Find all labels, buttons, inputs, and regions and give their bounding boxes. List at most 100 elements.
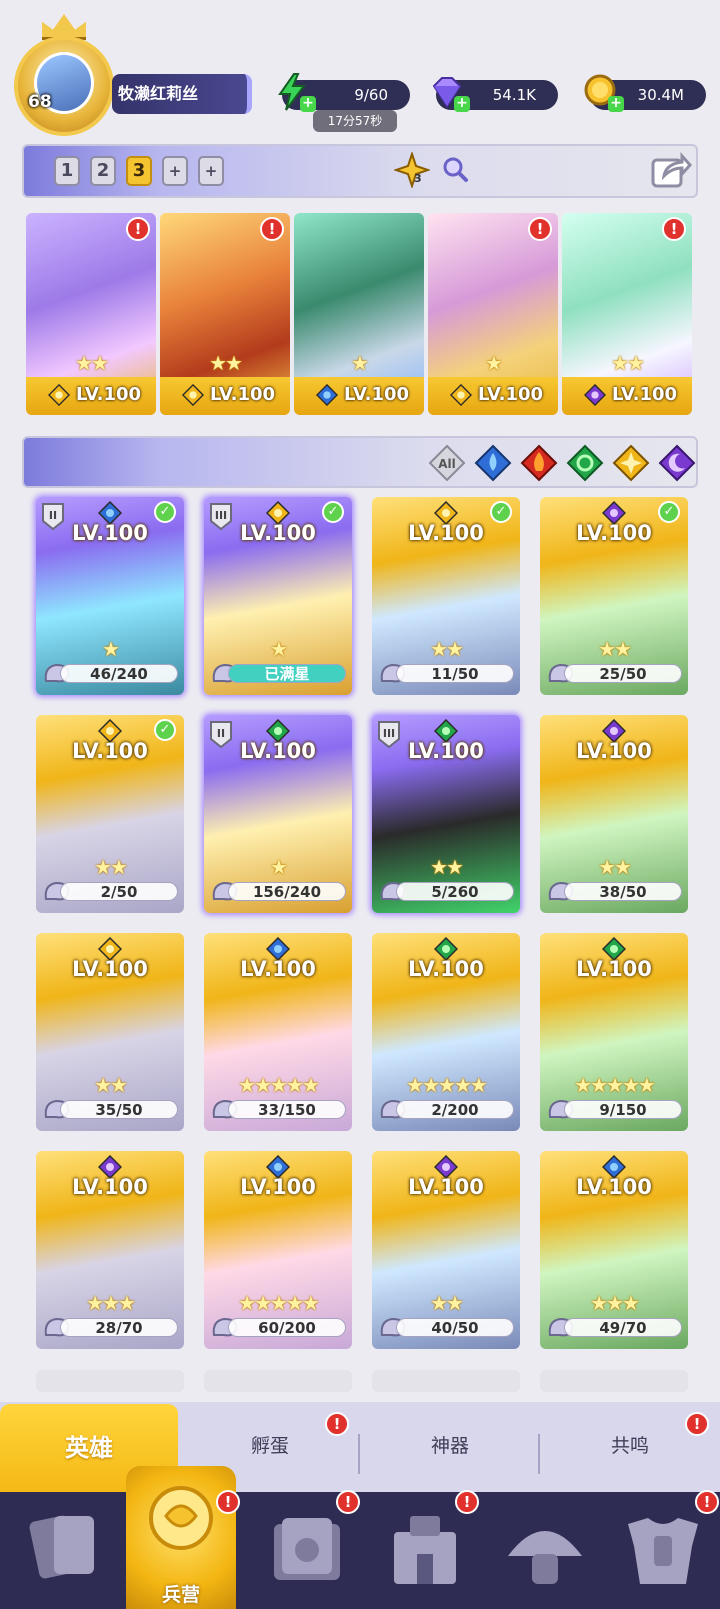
shard-progress: 已满星 xyxy=(228,664,346,683)
wind-element-icon[interactable] xyxy=(566,444,604,482)
add-gems-icon[interactable]: + xyxy=(454,96,470,112)
hero-level: LV.100 xyxy=(478,384,544,405)
rank-label: II xyxy=(49,509,57,522)
hero-level: LV.100 xyxy=(210,384,276,405)
mushroom-nav-icon[interactable] xyxy=(490,1496,600,1606)
team-hero-slot[interactable]: ★★ LV.100! xyxy=(26,213,156,415)
alert-badge: ! xyxy=(455,1490,479,1514)
hero-card[interactable]: LV.100 ★★★★★ 9/150 xyxy=(540,933,688,1131)
light-element-icon xyxy=(48,384,70,406)
shard-progress: 46/240 xyxy=(60,664,178,683)
level-bar: LV.100 xyxy=(428,377,558,415)
gem-counter[interactable]: + 54.1K xyxy=(432,77,558,112)
add-gold-icon[interactable]: + xyxy=(608,96,624,112)
hero-level: LV.100 xyxy=(408,957,484,981)
check-icon: ✓ xyxy=(658,501,680,523)
team-hero-slot[interactable]: ★★ LV.100! xyxy=(160,213,290,415)
rank-label: II xyxy=(217,727,225,740)
water-element-icon xyxy=(316,384,338,406)
team-tab-1[interactable]: 1 xyxy=(54,156,80,186)
check-icon: ✓ xyxy=(322,501,344,523)
tab-artifact[interactable]: 神器 xyxy=(360,1416,540,1476)
team-power-badge: 3 xyxy=(414,172,422,185)
light-element-icon xyxy=(182,384,204,406)
hero-card[interactable]: LV.100 ★★ 2/50 ✓ xyxy=(36,715,184,913)
hero-card[interactable]: LV.100 ★★★★★ 2/200 xyxy=(372,933,520,1131)
hero-card[interactable]: LV.100 ★★ 25/50 ✓ xyxy=(540,497,688,695)
star-rating: ★★★★★ xyxy=(238,1291,320,1315)
alert-badge: ! xyxy=(216,1490,240,1514)
team-tab-add-1[interactable]: + xyxy=(162,156,188,186)
shard-progress: 38/50 xyxy=(564,882,682,901)
gold-counter[interactable]: + 30.4M xyxy=(584,74,706,112)
dark-element-icon[interactable] xyxy=(658,444,696,482)
hero-card[interactable]: LV.100 ★★★★★ 33/150 xyxy=(204,933,352,1131)
hero-card-partial xyxy=(204,1370,352,1392)
alert-badge: ! xyxy=(126,217,150,241)
shard-progress: 9/150 xyxy=(564,1100,682,1119)
cards-nav-icon[interactable] xyxy=(8,1496,118,1606)
alert-badge: ! xyxy=(662,217,686,241)
level-bar: LV.100 xyxy=(26,377,156,415)
hero-card[interactable]: LV.100 ★ 156/240 II xyxy=(204,715,352,913)
team-tab-3[interactable]: 3 xyxy=(126,156,152,186)
all-icon[interactable]: All xyxy=(428,444,466,482)
hero-card[interactable]: LV.100 ★★ 40/50 xyxy=(372,1151,520,1349)
hero-card[interactable]: LV.100 ★★ 11/50 ✓ xyxy=(372,497,520,695)
hero-card-partial xyxy=(372,1370,520,1392)
hero-card[interactable]: LV.100 ★★★ 28/70 xyxy=(36,1151,184,1349)
hero-card[interactable]: LV.100 ★ 46/240 ✓ II xyxy=(36,497,184,695)
team-tab-2[interactable]: 2 xyxy=(90,156,116,186)
alert-badge: ! xyxy=(685,1412,709,1436)
fire-element-icon[interactable] xyxy=(520,444,558,482)
rank-badge-icon: III xyxy=(378,721,400,749)
rank-badge-icon: II xyxy=(42,503,64,531)
shard-progress: 11/50 xyxy=(396,664,514,683)
star-rating: ★★★★★ xyxy=(406,1073,488,1097)
star-rating: ★ xyxy=(351,351,369,375)
star-rating: ★ xyxy=(270,637,288,661)
hero-card[interactable]: LV.100 ★★★★★ 60/200 xyxy=(204,1151,352,1349)
team-hero-slot[interactable]: ★★ LV.100! xyxy=(562,213,692,415)
star-rating: ★★ xyxy=(209,351,243,375)
shard-progress: 25/50 xyxy=(564,664,682,683)
hero-card[interactable]: LV.100 ★★ 35/50 xyxy=(36,933,184,1131)
search-icon[interactable] xyxy=(440,154,470,184)
hero-level: LV.100 xyxy=(576,1175,652,1199)
gems-value: 54.1K xyxy=(492,86,536,104)
star-rating: ★★★★★ xyxy=(238,1073,320,1097)
hero-card[interactable]: LV.100 ★ 已满星 ✓ III xyxy=(204,497,352,695)
shard-progress: 49/70 xyxy=(564,1318,682,1337)
team-tab-add-2[interactable]: + xyxy=(198,156,224,186)
team-selector-bar: 1 2 3 + + 3 xyxy=(22,144,698,198)
team-hero-slot[interactable]: ★ LV.100! xyxy=(428,213,558,415)
water-element-icon[interactable] xyxy=(474,444,512,482)
team-power-icon[interactable]: 3 xyxy=(392,150,432,190)
star-rating: ★★ xyxy=(598,855,632,879)
hero-level: LV.100 xyxy=(76,384,142,405)
shard-progress: 2/50 xyxy=(60,882,178,901)
hero-card[interactable]: LV.100 ★★ 5/260 III xyxy=(372,715,520,913)
barracks-nav-label: 兵营 xyxy=(161,1584,200,1606)
add-energy-icon[interactable]: + xyxy=(300,96,316,112)
star-rating: ★★ xyxy=(430,1291,464,1315)
light-element-icon[interactable] xyxy=(612,444,650,482)
team-hero-slot[interactable]: ★ LV.100 xyxy=(294,213,424,415)
hero-level: LV.100 xyxy=(72,957,148,981)
hero-level: LV.100 xyxy=(576,957,652,981)
star-rating: ★★ xyxy=(94,1073,128,1097)
star-rating: ★★ xyxy=(430,855,464,879)
alert-badge: ! xyxy=(325,1412,349,1436)
hero-card[interactable]: LV.100 ★★ 38/50 xyxy=(540,715,688,913)
shard-progress: 33/150 xyxy=(228,1100,346,1119)
energy-counter[interactable]: + 9/60 xyxy=(278,73,410,112)
hero-level: LV.100 xyxy=(240,957,316,981)
element-filter-bar: All xyxy=(22,436,698,488)
rank-badge-icon: II xyxy=(210,721,232,749)
player-avatar[interactable]: 68 xyxy=(8,14,120,136)
hero-level: LV.100 xyxy=(408,521,484,545)
hero-card[interactable]: LV.100 ★★★ 49/70 xyxy=(540,1151,688,1349)
player-name[interactable]: 牧濑红莉丝 xyxy=(112,74,252,114)
share-icon[interactable] xyxy=(650,150,692,190)
hero-card-partial xyxy=(540,1370,688,1392)
